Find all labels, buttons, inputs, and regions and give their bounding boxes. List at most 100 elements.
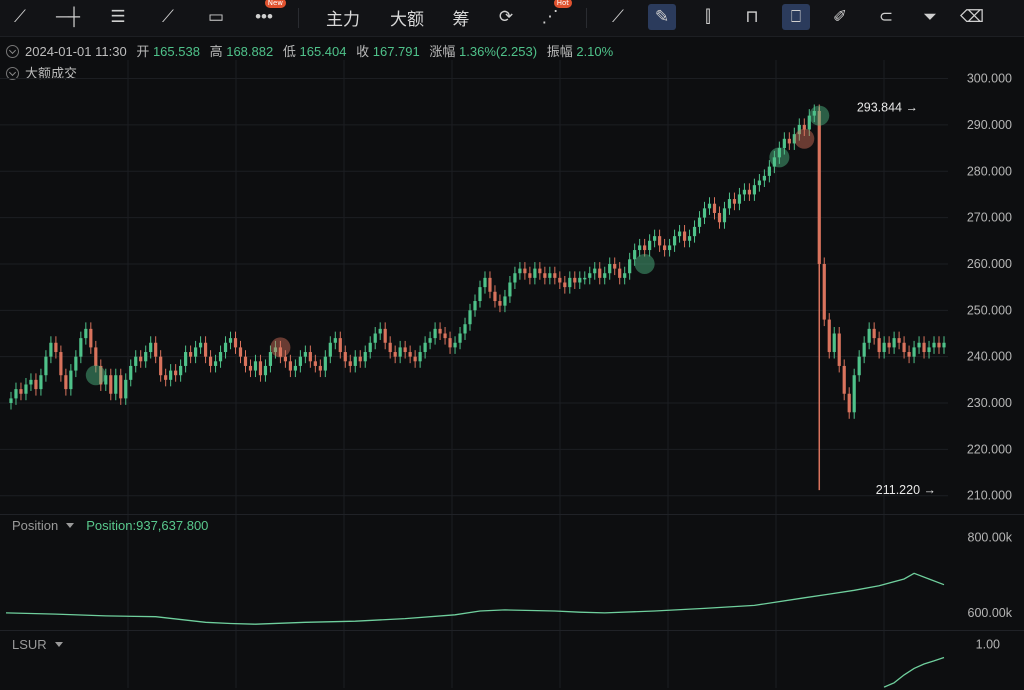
candle-body	[174, 370, 178, 376]
candle-body	[882, 342, 886, 353]
candle-body	[423, 342, 427, 353]
candle-body	[633, 250, 637, 260]
candle-body	[528, 273, 532, 278]
magnet-icon[interactable]: ⊂	[872, 4, 900, 30]
candle-body	[268, 352, 273, 366]
more-icon[interactable]: ••• New	[250, 0, 286, 30]
candle-body	[388, 342, 392, 353]
candle-body	[69, 370, 73, 390]
candle-body	[413, 356, 417, 362]
indicator-row[interactable]: 大额成交	[6, 63, 77, 82]
candle-body	[39, 375, 43, 390]
candle-body	[44, 356, 48, 376]
candle-body	[208, 356, 213, 366]
position-panel-label[interactable]: Position Position:937,637.800	[12, 518, 208, 533]
candle-body	[508, 282, 512, 297]
high-label: 高	[209, 44, 223, 59]
indicator-label: 大额成交	[25, 66, 78, 81]
candle-body	[104, 375, 108, 385]
min-price-label: 211.220 →	[876, 483, 936, 497]
candle-body	[777, 148, 781, 158]
hot-badge: Hot	[553, 0, 572, 8]
candle-body	[393, 352, 397, 357]
candle-body	[767, 166, 771, 176]
collapse-icon[interactable]	[6, 45, 19, 58]
candle-body	[119, 375, 123, 399]
chevron-down-icon[interactable]	[54, 642, 63, 647]
trend-line-icon[interactable]: ⟋	[6, 4, 34, 30]
candle-body	[653, 236, 657, 241]
lsur-axis-tick: 1.00	[976, 637, 1000, 651]
lsur-panel-label[interactable]: LSUR	[12, 637, 63, 652]
amplitude-label: 振幅	[546, 44, 573, 59]
candle-body	[84, 328, 88, 339]
price-chart[interactable]: 300.000 290.000 280.000 270.000 260.000 250.0…	[0, 0, 1024, 690]
position-axis-tick: 600.00k	[968, 606, 1013, 620]
candle-body	[812, 110, 816, 116]
toolbar-button-3[interactable]: 筹	[450, 4, 472, 30]
candle-body	[403, 347, 407, 353]
toolbar-button-2[interactable]: 大额	[386, 4, 428, 30]
drawing-toolbar: ⟋ ─┼ ☰ ⟋ ▭ ••• New 主力 大额筹 ⟳ ⋰ Hot ⟋ ✎ ⫿ ⊓ ⎕ ✐ ⊂ ⏷ ⌫	[0, 0, 1024, 37]
bookmark-icon[interactable]: ⎕	[782, 4, 810, 30]
candle-body	[428, 338, 432, 343]
toolbar-separator	[586, 8, 587, 28]
candle-body	[418, 352, 422, 362]
chevron-down-icon[interactable]	[66, 523, 75, 528]
trash-icon[interactable]: ⌫	[958, 4, 986, 30]
parallel-lines-icon[interactable]: ☰	[104, 4, 132, 30]
measure-icon[interactable]: ⟋	[604, 4, 632, 30]
draw-pen-icon[interactable]: ✎	[648, 4, 676, 30]
candle-body	[89, 328, 93, 348]
candle-body	[937, 342, 941, 348]
position-value: Position:937,637.800	[86, 518, 209, 533]
candle-body	[258, 361, 263, 376]
ruler-pen-icon[interactable]: ⟋	[154, 4, 182, 30]
position-title: Position	[12, 518, 59, 533]
candle-body	[727, 199, 732, 209]
panel-divider[interactable]	[0, 514, 1024, 515]
candle-body	[732, 199, 737, 204]
candle-body	[263, 365, 268, 376]
change-label: 涨幅	[429, 44, 456, 59]
candle-body	[94, 347, 98, 366]
candle-body	[588, 273, 592, 278]
candle-body	[608, 263, 612, 274]
candle-body	[54, 342, 58, 353]
candle-body	[213, 361, 218, 366]
toolbar-button-1[interactable]: 主力	[322, 4, 364, 30]
candles-icon[interactable]: ⫿	[694, 4, 722, 30]
large-trade-bubble	[809, 105, 830, 126]
collapse-icon[interactable]	[6, 67, 19, 80]
candle-body	[154, 342, 158, 357]
position-line	[5, 572, 945, 625]
candle-body	[248, 365, 253, 371]
filter-icon[interactable]: ⏷	[916, 4, 944, 30]
candle-body	[238, 347, 243, 357]
candle-body	[887, 342, 891, 348]
rectangle-icon[interactable]: ▭	[202, 4, 230, 30]
candle-body	[278, 347, 283, 357]
horizontal-line-icon[interactable]: ─┼	[54, 4, 82, 30]
candle-body	[159, 356, 163, 376]
note-icon[interactable]: ✐	[826, 4, 854, 30]
candle-body	[797, 124, 801, 135]
candle-body	[383, 328, 387, 343]
pattern-icon[interactable]: ⋰ Hot	[536, 0, 572, 30]
datetime: 2024-01-01 11:30	[25, 44, 127, 59]
low-label: 低	[282, 44, 296, 59]
candle-body	[802, 124, 806, 130]
candle-body	[198, 342, 203, 348]
candle-body	[902, 342, 906, 353]
candle-body	[842, 365, 846, 394]
panel-divider[interactable]	[0, 630, 1024, 631]
lock-icon[interactable]: ⊓	[738, 4, 766, 30]
candle-body	[548, 273, 552, 278]
new-badge: New	[264, 0, 286, 8]
candle-body	[99, 365, 103, 385]
candle-body	[927, 347, 931, 353]
candle-body	[742, 189, 747, 195]
camera-icon[interactable]: ⟳	[492, 4, 520, 30]
price-axis-tick: 290.000	[967, 118, 1012, 132]
candle-body	[603, 273, 607, 278]
